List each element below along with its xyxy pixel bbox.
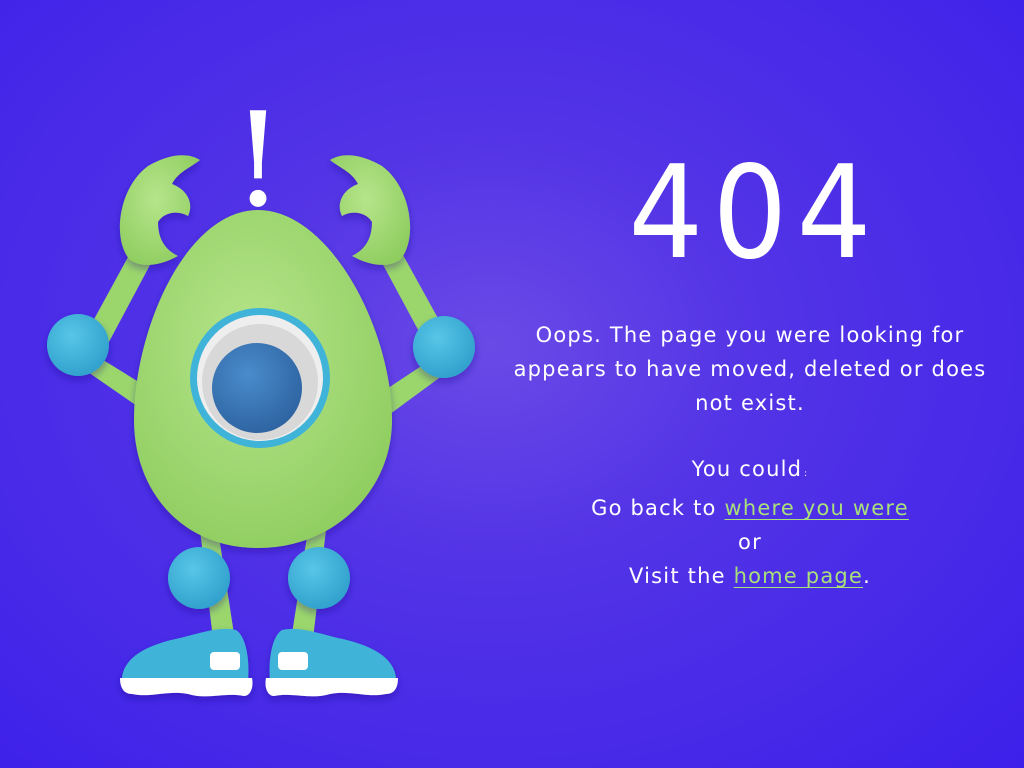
left-claw [119,155,200,265]
eye-iris [212,343,302,433]
right-shoe [265,628,398,697]
left-knee-joint [168,547,230,609]
monster-illustration: ! [47,84,475,697]
navigation-options: You could: Go back to where you were or … [510,452,990,593]
visit-home-suffix: . [863,564,871,588]
right-elbow-joint [413,316,475,378]
options-intro-text: You could [691,457,803,481]
go-back-prefix: Go back to [591,496,725,520]
left-shoe [120,628,253,697]
right-claw [330,155,411,265]
left-elbow-joint [47,314,109,376]
options-intro-colon: : [804,469,809,479]
go-back-line: Go back to where you were [510,491,990,525]
error-code: 404 [628,139,881,288]
home-page-link[interactable]: home page [734,564,863,588]
visit-home-prefix: Visit the [629,564,734,588]
error-message: Oops. The page you were looking for appe… [513,323,987,415]
right-knee-joint [288,547,350,609]
error-content: 404 Oops. The page you were looking for … [510,150,990,593]
options-intro: You could: [510,452,990,491]
or-separator: or [738,530,762,554]
where-you-were-link[interactable]: where you were [724,496,908,520]
visit-home-line: Visit the home page. [510,559,990,593]
